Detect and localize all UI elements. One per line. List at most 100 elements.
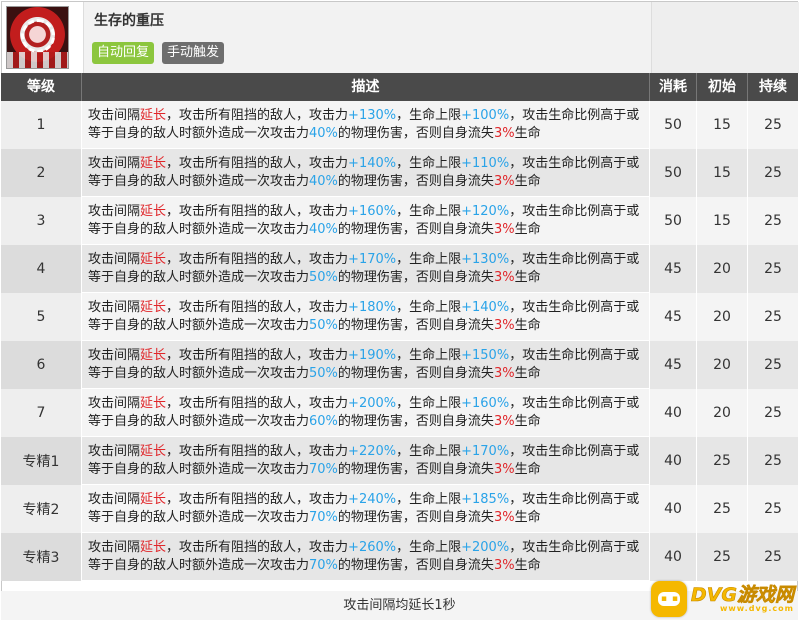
desc-hp-loss-value: 3% <box>493 510 515 525</box>
desc-segment: 生命 <box>514 270 541 285</box>
row-duration: 25 <box>748 293 798 341</box>
row-initial: 20 <box>697 293 747 341</box>
table-row: 专精2 攻击间隔延长，攻击所有阻挡的敌人，攻击力+240%，生命上限+185%，攻… <box>1 485 798 533</box>
desc-hp-loss-value: 3% <box>493 222 515 237</box>
description-text: 攻击间隔延长，攻击所有阻挡的敌人，攻击力+220%，生命上限+170%，攻击生命… <box>88 443 643 479</box>
desc-extra-damage-value: 70% <box>309 462 338 477</box>
desc-segment: ，攻击所有阻挡的敌人，攻击力 <box>166 156 349 171</box>
desc-segment: 生命 <box>514 126 541 141</box>
desc-extend-highlight: 延长 <box>140 540 167 555</box>
desc-segment: 的物理伤害，否则自身流失 <box>337 510 494 525</box>
desc-extend-highlight: 延长 <box>140 348 167 363</box>
table-row: 2 攻击间隔延长，攻击所有阻挡的敌人，攻击力+140%，生命上限+110%，攻击生… <box>1 149 798 197</box>
row-initial: 15 <box>697 149 747 197</box>
description-text: 攻击间隔延长，攻击所有阻挡的敌人，攻击力+140%，生命上限+110%，攻击生命… <box>88 155 643 191</box>
desc-hp-value: +150% <box>461 348 510 363</box>
table-row: 4 攻击间隔延长，攻击所有阻挡的敌人，攻击力+170%，生命上限+130%，攻击生… <box>1 245 798 293</box>
description-text: 攻击间隔延长，攻击所有阻挡的敌人，攻击力+180%，生命上限+140%，攻击生命… <box>88 299 643 335</box>
trigger-type-badge: 手动触发 <box>162 42 225 64</box>
desc-hp-value: +110% <box>461 156 510 171</box>
column-header-cost: 消耗 <box>659 79 687 95</box>
desc-extend-highlight: 延长 <box>140 252 167 267</box>
desc-segment: 生命 <box>514 222 541 237</box>
row-description: 攻击间隔延长，攻击所有阻挡的敌人，攻击力+130%，生命上限+100%，攻击生命… <box>82 101 649 149</box>
skill-header-side <box>651 2 799 73</box>
desc-extra-damage-value: 40% <box>309 222 338 237</box>
desc-hp-loss-value: 3% <box>493 126 515 141</box>
desc-segment: ，生命上限 <box>396 300 462 315</box>
site-watermark: DVG游戏网 www.dvg.com <box>650 581 795 617</box>
row-description: 攻击间隔延长，攻击所有阻挡的敌人，攻击力+220%，生命上限+170%，攻击生命… <box>82 437 649 485</box>
row-initial: 25 <box>697 485 747 533</box>
table-row: 专精3 攻击间隔延长，攻击所有阻挡的敌人，攻击力+260%，生命上限+200%，攻… <box>1 533 798 581</box>
desc-extend-highlight: 延长 <box>140 204 167 219</box>
row-level: 6 <box>1 341 81 389</box>
row-duration: 25 <box>748 197 798 245</box>
desc-extend-highlight: 延长 <box>140 300 167 315</box>
description-text: 攻击间隔延长，攻击所有阻挡的敌人，攻击力+160%，生命上限+120%，攻击生命… <box>88 203 643 239</box>
watermark-brand: DVG游戏网 <box>690 583 795 606</box>
desc-atk-value: +140% <box>348 156 397 171</box>
desc-segment: ，生命上限 <box>396 492 462 507</box>
desc-segment: ，攻击所有阻挡的敌人，攻击力 <box>166 204 349 219</box>
desc-segment: ，生命上限 <box>396 252 462 267</box>
row-cost: 45 <box>650 245 696 293</box>
row-level: 1 <box>1 101 81 149</box>
desc-extend-highlight: 延长 <box>140 156 167 171</box>
recovery-type-badge: 自动回复 <box>92 42 155 64</box>
row-cost: 40 <box>650 485 696 533</box>
row-level: 2 <box>1 149 81 197</box>
desc-segment: 生命 <box>514 510 541 525</box>
desc-segment: 的物理伤害，否则自身流失 <box>337 318 494 333</box>
description-text: 攻击间隔延长，攻击所有阻挡的敌人，攻击力+240%，生命上限+185%，攻击生命… <box>88 491 643 527</box>
desc-segment: 生命 <box>514 558 541 573</box>
desc-segment: 攻击间隔 <box>88 252 141 267</box>
desc-segment: 攻击间隔 <box>88 108 141 123</box>
desc-segment: 生命 <box>514 318 541 333</box>
row-description: 攻击间隔延长，攻击所有阻挡的敌人，攻击力+170%，生命上限+130%，攻击生命… <box>82 245 649 293</box>
desc-segment: ，生命上限 <box>396 540 462 555</box>
desc-segment: 的物理伤害，否则自身流失 <box>337 126 494 141</box>
desc-segment: ，生命上限 <box>396 156 462 171</box>
desc-segment: 生命 <box>514 462 541 477</box>
desc-segment: ，生命上限 <box>396 108 462 123</box>
gamepad-icon <box>650 581 687 617</box>
row-description: 攻击间隔延长，攻击所有阻挡的敌人，攻击力+160%，生命上限+120%，攻击生命… <box>82 197 649 245</box>
desc-segment: ，攻击所有阻挡的敌人，攻击力 <box>166 444 349 459</box>
desc-extra-damage-value: 70% <box>309 558 338 573</box>
desc-segment: 攻击间隔 <box>88 156 141 171</box>
desc-atk-value: +260% <box>348 540 397 555</box>
row-duration: 25 <box>748 341 798 389</box>
desc-segment: ，生命上限 <box>396 204 462 219</box>
desc-segment: 生命 <box>514 414 541 429</box>
row-cost: 50 <box>650 197 696 245</box>
skill-emblem-icon <box>6 6 69 69</box>
watermark-text: DVG游戏网 www.dvg.com <box>690 583 795 613</box>
table-body: 1 攻击间隔延长，攻击所有阻挡的敌人，攻击力+130%，生命上限+100%，攻击生… <box>1 101 798 581</box>
row-initial: 20 <box>697 341 747 389</box>
row-description: 攻击间隔延长，攻击所有阻挡的敌人，攻击力+140%，生命上限+110%，攻击生命… <box>82 149 649 197</box>
row-cost: 45 <box>650 341 696 389</box>
desc-segment: ，攻击所有阻挡的敌人，攻击力 <box>166 300 349 315</box>
desc-segment: ，生命上限 <box>396 348 462 363</box>
desc-segment: 的物理伤害，否则自身流失 <box>337 414 494 429</box>
description-text: 攻击间隔延长，攻击所有阻挡的敌人，攻击力+200%，生命上限+160%，攻击生命… <box>88 395 643 431</box>
row-cost: 45 <box>650 293 696 341</box>
row-description: 攻击间隔延长，攻击所有阻挡的敌人，攻击力+200%，生命上限+160%，攻击生命… <box>82 389 649 437</box>
desc-atk-value: +130% <box>348 108 397 123</box>
table-row: 专精1 攻击间隔延长，攻击所有阻挡的敌人，攻击力+220%，生命上限+170%，攻… <box>1 437 798 485</box>
desc-extend-highlight: 延长 <box>140 108 167 123</box>
row-initial: 25 <box>697 437 747 485</box>
desc-extend-highlight: 延长 <box>140 396 167 411</box>
column-header-description: 描述 <box>351 79 380 95</box>
desc-hp-loss-value: 3% <box>493 318 515 333</box>
desc-segment: 攻击间隔 <box>88 396 141 411</box>
desc-hp-loss-value: 3% <box>493 462 515 477</box>
row-description: 攻击间隔延长，攻击所有阻挡的敌人，攻击力+260%，生命上限+200%，攻击生命… <box>82 533 649 581</box>
desc-extra-damage-value: 50% <box>309 270 338 285</box>
desc-segment: ，攻击所有阻挡的敌人，攻击力 <box>166 252 349 267</box>
desc-segment: ，生命上限 <box>396 444 462 459</box>
desc-hp-value: +160% <box>461 396 510 411</box>
desc-segment: 的物理伤害，否则自身流失 <box>337 222 494 237</box>
column-header-initial: 初始 <box>708 79 736 95</box>
